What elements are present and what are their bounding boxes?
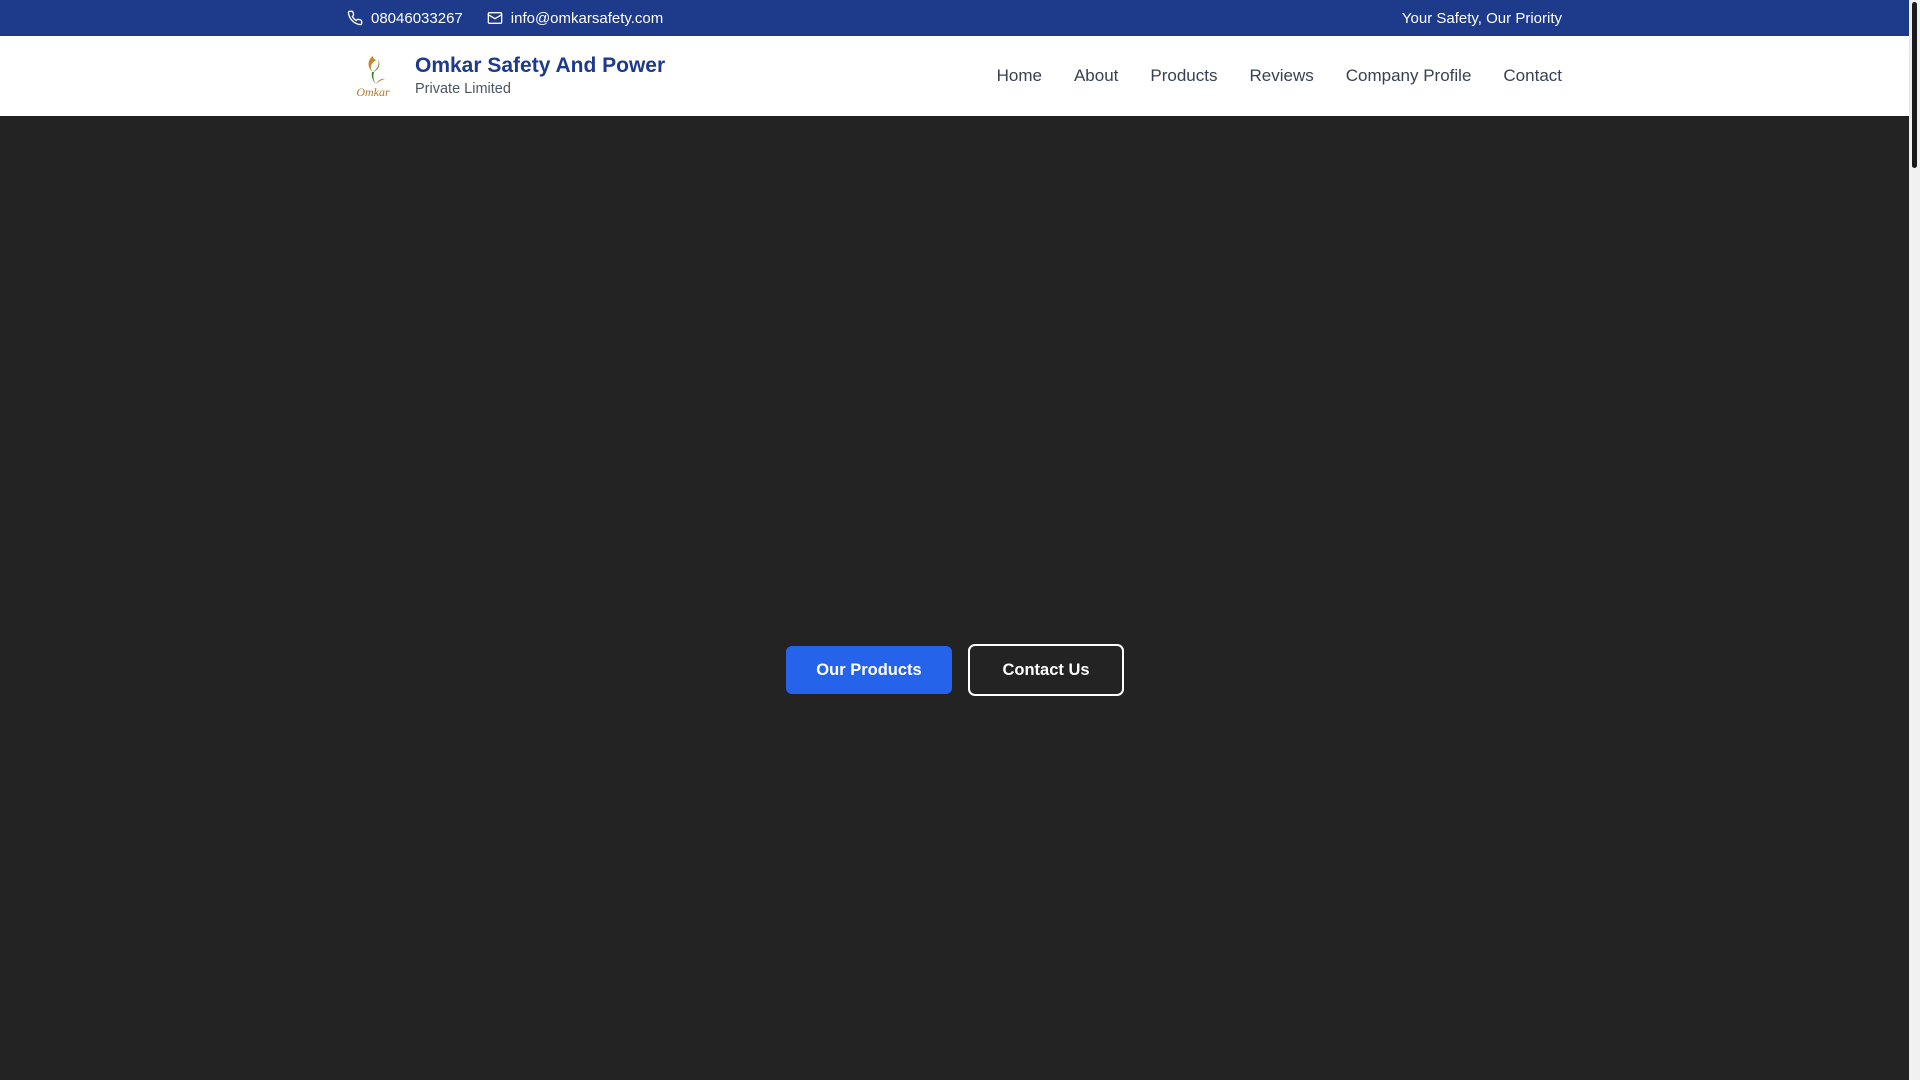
- contact-links: 08046033267 info@omkarsafety.com: [347, 10, 663, 27]
- nav-item-contact[interactable]: Contact: [1503, 64, 1562, 88]
- nav-item-home[interactable]: Home: [997, 64, 1042, 88]
- our-products-button[interactable]: Our Products: [786, 646, 952, 694]
- site-header: Omkar Omkar Safety And Power Private Lim…: [0, 36, 1909, 116]
- svg-text:Omkar: Omkar: [356, 85, 390, 99]
- main-nav: Home About Products Reviews Company Prof…: [997, 64, 1562, 88]
- site-header-inner: Omkar Omkar Safety And Power Private Lim…: [347, 36, 1562, 116]
- brand-subtitle: Private Limited: [415, 81, 511, 97]
- email-link[interactable]: info@omkarsafety.com: [487, 9, 664, 27]
- brand-text: Omkar Safety And Power Private Limited: [415, 53, 665, 99]
- email-address: info@omkarsafety.com: [510, 9, 664, 27]
- phone-icon: [347, 10, 363, 26]
- brand-home-link[interactable]: Omkar Omkar Safety And Power Private Lim…: [347, 50, 665, 102]
- nav-item-products[interactable]: Products: [1150, 64, 1217, 88]
- brand-name: Omkar Safety And Power: [415, 54, 666, 77]
- tagline: Your Safety, Our Priority: [1401, 9, 1562, 27]
- scrollbar-thumb[interactable]: [1912, 2, 1917, 168]
- nav-item-reviews[interactable]: Reviews: [1249, 64, 1313, 88]
- nav-item-about[interactable]: About: [1074, 64, 1118, 88]
- hero-actions: Our Products Contact Us: [786, 644, 1124, 696]
- page-scrollbar[interactable]: [1909, 0, 1920, 1080]
- mail-icon: [487, 10, 503, 26]
- contact-us-button[interactable]: Contact Us: [968, 644, 1124, 696]
- phone-link[interactable]: 08046033267: [347, 10, 463, 27]
- company-logo: Omkar: [356, 56, 390, 99]
- top-info-bar: 08046033267 info@omkarsafety.com Your Sa…: [0, 0, 1909, 36]
- phone-number: 08046033267: [371, 9, 463, 27]
- hero-section: Our Products Contact Us: [0, 116, 1909, 1080]
- top-info-bar-inner: 08046033267 info@omkarsafety.com Your Sa…: [347, 0, 1562, 36]
- nav-item-company-profile[interactable]: Company Profile: [1346, 64, 1472, 88]
